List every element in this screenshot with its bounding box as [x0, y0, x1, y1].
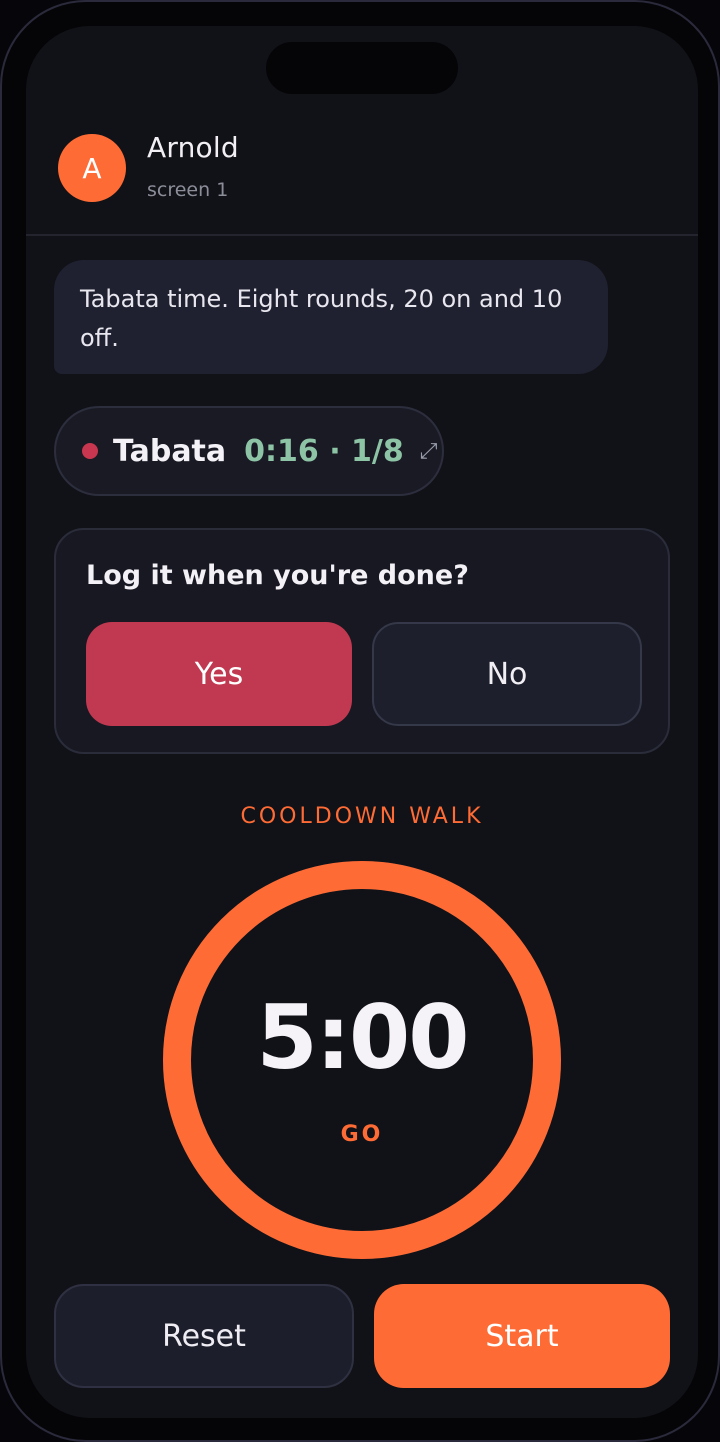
log-question: Log it when you're done?	[86, 560, 469, 591]
camera-notch	[266, 42, 458, 94]
countdown-state-label: GO	[340, 1122, 384, 1147]
header-divider	[26, 234, 698, 236]
timer-pill-title: Tabata	[113, 433, 227, 469]
contact-name: Arnold	[147, 131, 239, 164]
reset-button[interactable]: Reset	[54, 1284, 354, 1388]
phone-frame: A Arnold screen 1 Tabata time. Eight rou…	[0, 0, 720, 1442]
expand-icon[interactable]: ⤢	[420, 439, 438, 464]
countdown-time: 5:00	[256, 986, 470, 1089]
timer-pill-status: 0:16 · 1/8	[244, 433, 404, 469]
contact-subtitle: screen 1	[147, 179, 229, 201]
message-text: Tabata time. Eight rounds, 20 on and 10 …	[80, 285, 563, 352]
start-button[interactable]: Start	[374, 1284, 670, 1388]
yes-button[interactable]: Yes	[86, 622, 352, 726]
avatar[interactable]: A	[58, 134, 126, 202]
log-prompt-card: Log it when you're done? Yes No	[54, 528, 670, 754]
no-button[interactable]: No	[372, 622, 642, 726]
timer-pill[interactable]: Tabata 0:16 · 1/8 ⤢	[54, 406, 444, 496]
app-screen: A Arnold screen 1 Tabata time. Eight rou…	[26, 26, 698, 1418]
phase-label: COOLDOWN WALK	[240, 804, 484, 829]
recording-dot-icon	[82, 443, 98, 459]
message-bubble: Tabata time. Eight rounds, 20 on and 10 …	[54, 260, 608, 374]
avatar-initial: A	[82, 151, 102, 185]
